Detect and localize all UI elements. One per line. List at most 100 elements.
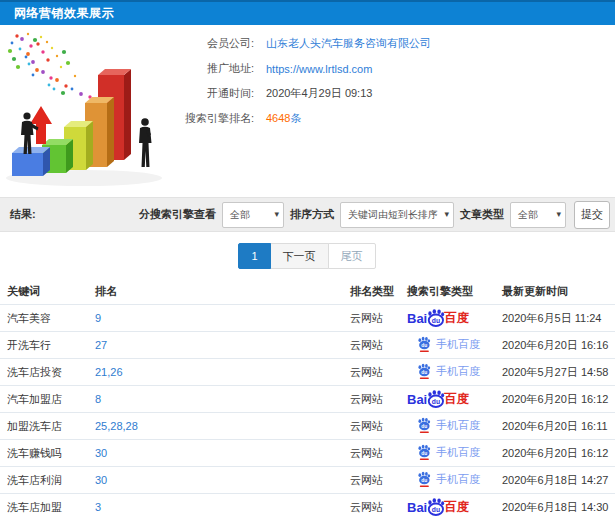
svg-text:du: du <box>432 397 440 404</box>
cell-keyword: 汽车加盟店 <box>7 392 95 407</box>
cell-rank-type: 云网站 <box>350 365 407 380</box>
cell-update-time: 2020年6月18日 14:30 <box>502 500 615 515</box>
cell-keyword: 洗车赚钱吗 <box>7 446 95 461</box>
field-label: 会员公司: <box>166 36 254 51</box>
results-table: 关键词 排名 排名类型 搜索引擎类型 最新更新时间 汽车美容9云网站Baidu百… <box>0 278 615 520</box>
cell-update-time: 2020年6月20日 16:12 <box>502 446 615 461</box>
titlebar: 网络营销效果展示 <box>0 0 615 25</box>
svg-text:du: du <box>421 424 427 429</box>
header-update-time: 最新更新时间 <box>502 284 615 299</box>
field-label: 开通时间: <box>166 86 254 101</box>
cell-keyword: 洗车店投资 <box>7 365 95 380</box>
header-rank-type: 排名类型 <box>350 284 407 299</box>
caret-down-icon: ▾ <box>444 209 449 219</box>
rank-count-suffix: 条 <box>290 112 301 124</box>
field-value: 2020年4月29日 09:13 <box>266 86 372 101</box>
svg-text:du: du <box>421 343 427 348</box>
cell-rank-type: 云网站 <box>350 392 407 407</box>
cell-engine-type: du 手机百度 <box>407 444 502 462</box>
svg-text:du: du <box>421 478 427 483</box>
header-keyword: 关键词 <box>7 284 95 299</box>
table-row: 开洗车行27云网站du手机百度2020年6月20日 16:16 <box>0 332 615 359</box>
cell-update-time: 2020年6月18日 14:27 <box>502 473 615 488</box>
cell-engine-type: du 手机百度 <box>407 471 502 489</box>
cell-keyword: 加盟洗车店 <box>7 419 95 434</box>
field-value: 4648条 <box>266 111 301 126</box>
svg-text:du: du <box>421 451 427 456</box>
header-engine-type: 搜索引擎类型 <box>407 284 502 299</box>
cell-keyword: 洗车店利润 <box>7 473 95 488</box>
last-page-button[interactable]: 尾页 <box>328 243 376 269</box>
baidu-paw-icon: du <box>426 497 445 516</box>
mobile-baidu-logo: du 手机百度 <box>417 417 480 433</box>
mobile-baidu-text: 手机百度 <box>436 418 480 433</box>
next-page-button[interactable]: 下一页 <box>270 243 329 269</box>
baidu-bai-text: Bai <box>407 311 427 326</box>
cell-rank: 21,26 <box>95 366 350 378</box>
mobile-baidu-logo: du 手机百度 <box>417 363 480 379</box>
cell-engine-type: du手机百度 <box>407 336 502 354</box>
mobile-baidu-paw-icon: du <box>417 444 431 460</box>
baidu-paw-icon: du <box>426 389 445 408</box>
pagination: 1 下一页 尾页 <box>0 243 615 269</box>
engine-select-value: 全部 <box>230 208 250 222</box>
table-row: 洗车赚钱吗30云网站du手机百度2020年6月20日 16:12 <box>0 440 615 467</box>
svg-text:du: du <box>432 505 440 512</box>
field-value[interactable]: https://www.lrtlsd.com <box>266 63 372 75</box>
type-select[interactable]: 全部▾ <box>510 202 566 228</box>
baidu-bai-text: Bai <box>407 392 427 407</box>
sort-select-value: 关键词由短到长排序 <box>348 208 438 222</box>
cell-rank-type: 云网站 <box>350 473 407 488</box>
engine-select[interactable]: 全部▾ <box>222 202 284 228</box>
cell-rank-type: 云网站 <box>350 338 407 353</box>
mobile-baidu-text: 手机百度 <box>436 445 480 460</box>
submit-button[interactable]: 提交 <box>574 201 610 229</box>
cell-rank-type: 云网站 <box>350 446 407 461</box>
header-rank: 排名 <box>95 284 350 299</box>
table-row: 洗车店利润30云网站du手机百度2020年6月18日 14:27 <box>0 467 615 494</box>
cell-rank: 3 <box>95 501 350 513</box>
baidu-cn-text: 百度 <box>444 310 469 327</box>
mobile-baidu-text: 手机百度 <box>436 472 480 487</box>
field-value[interactable]: 山东老人头汽车服务咨询有限公司 <box>266 36 431 51</box>
cell-engine-type: du 手机百度 <box>407 363 502 381</box>
cell-update-time: 2020年6月20日 16:11 <box>502 419 615 434</box>
cell-update-time: 2020年5月27日 14:58 <box>502 365 615 380</box>
cell-keyword: 汽车美容 <box>7 311 95 326</box>
cell-rank-type: 云网站 <box>350 311 407 326</box>
mobile-baidu-paw-icon: du <box>417 363 431 379</box>
cell-rank-type: 云网站 <box>350 500 407 515</box>
cell-update-time: 2020年6月5日 11:24 <box>502 311 615 326</box>
info-field-row: 开通时间: 2020年4月29日 09:13 <box>166 81 606 106</box>
table-row: 洗车店加盟3云网站Baidu百度2020年6月18日 14:30 <box>0 494 615 520</box>
member-info: 会员公司: 山东老人头汽车服务咨询有限公司推广地址: https://www.lrt… <box>166 31 606 131</box>
cell-rank-type: 云网站 <box>350 419 407 434</box>
cell-keyword: 洗车店加盟 <box>7 500 95 515</box>
info-field-row: 会员公司: 山东老人头汽车服务咨询有限公司 <box>166 31 606 56</box>
table-row: 洗车店投资21,26云网站 du 手机百度 2020年5月27日 14:58 <box>0 359 615 386</box>
filter-bar: 结果: 分搜索引擎查看 全部▾ 排序方式 关键词由短到长排序▾ 文章类型 全部▾… <box>0 197 615 232</box>
mobile-baidu-text: 手机百度 <box>436 364 480 379</box>
filter-controls: 分搜索引擎查看 全部▾ 排序方式 关键词由短到长排序▾ 文章类型 全部▾ 提交 <box>137 201 610 229</box>
baidu-cn-text: 百度 <box>444 391 469 408</box>
sort-filter-label: 排序方式 <box>290 207 334 222</box>
sort-select[interactable]: 关键词由短到长排序 ▾ <box>340 202 454 228</box>
table-row: 加盟洗车店25,28,28云网站du手机百度2020年6月20日 16:11 <box>0 413 615 440</box>
page-1-button[interactable]: 1 <box>238 243 270 269</box>
rank-count: 4648 <box>266 112 290 124</box>
standing-person-icon <box>139 118 152 167</box>
baidu-paw-icon: du <box>426 308 445 327</box>
engine-filter-label: 分搜索引擎查看 <box>139 207 216 222</box>
info-field-row: 推广地址: https://www.lrtlsd.com <box>166 56 606 81</box>
field-label: 搜索引擎排名: <box>166 111 254 126</box>
page-title: 网络营销效果展示 <box>14 5 114 22</box>
caret-down-icon: ▾ <box>556 209 561 219</box>
cell-rank: 27 <box>95 339 350 351</box>
field-label: 推广地址: <box>166 61 254 76</box>
mobile-baidu-paw-icon: du <box>417 471 431 487</box>
mobile-baidu-logo: du 手机百度 <box>417 444 480 460</box>
baidu-logo: Baidu百度 <box>407 308 469 329</box>
table-row: 汽车美容9云网站Baidu百度2020年6月5日 11:24 <box>0 305 615 332</box>
table-row: 汽车加盟店8云网站Baidu百度2020年6月20日 16:12 <box>0 386 615 413</box>
baidu-cn-text: 百度 <box>444 499 469 516</box>
